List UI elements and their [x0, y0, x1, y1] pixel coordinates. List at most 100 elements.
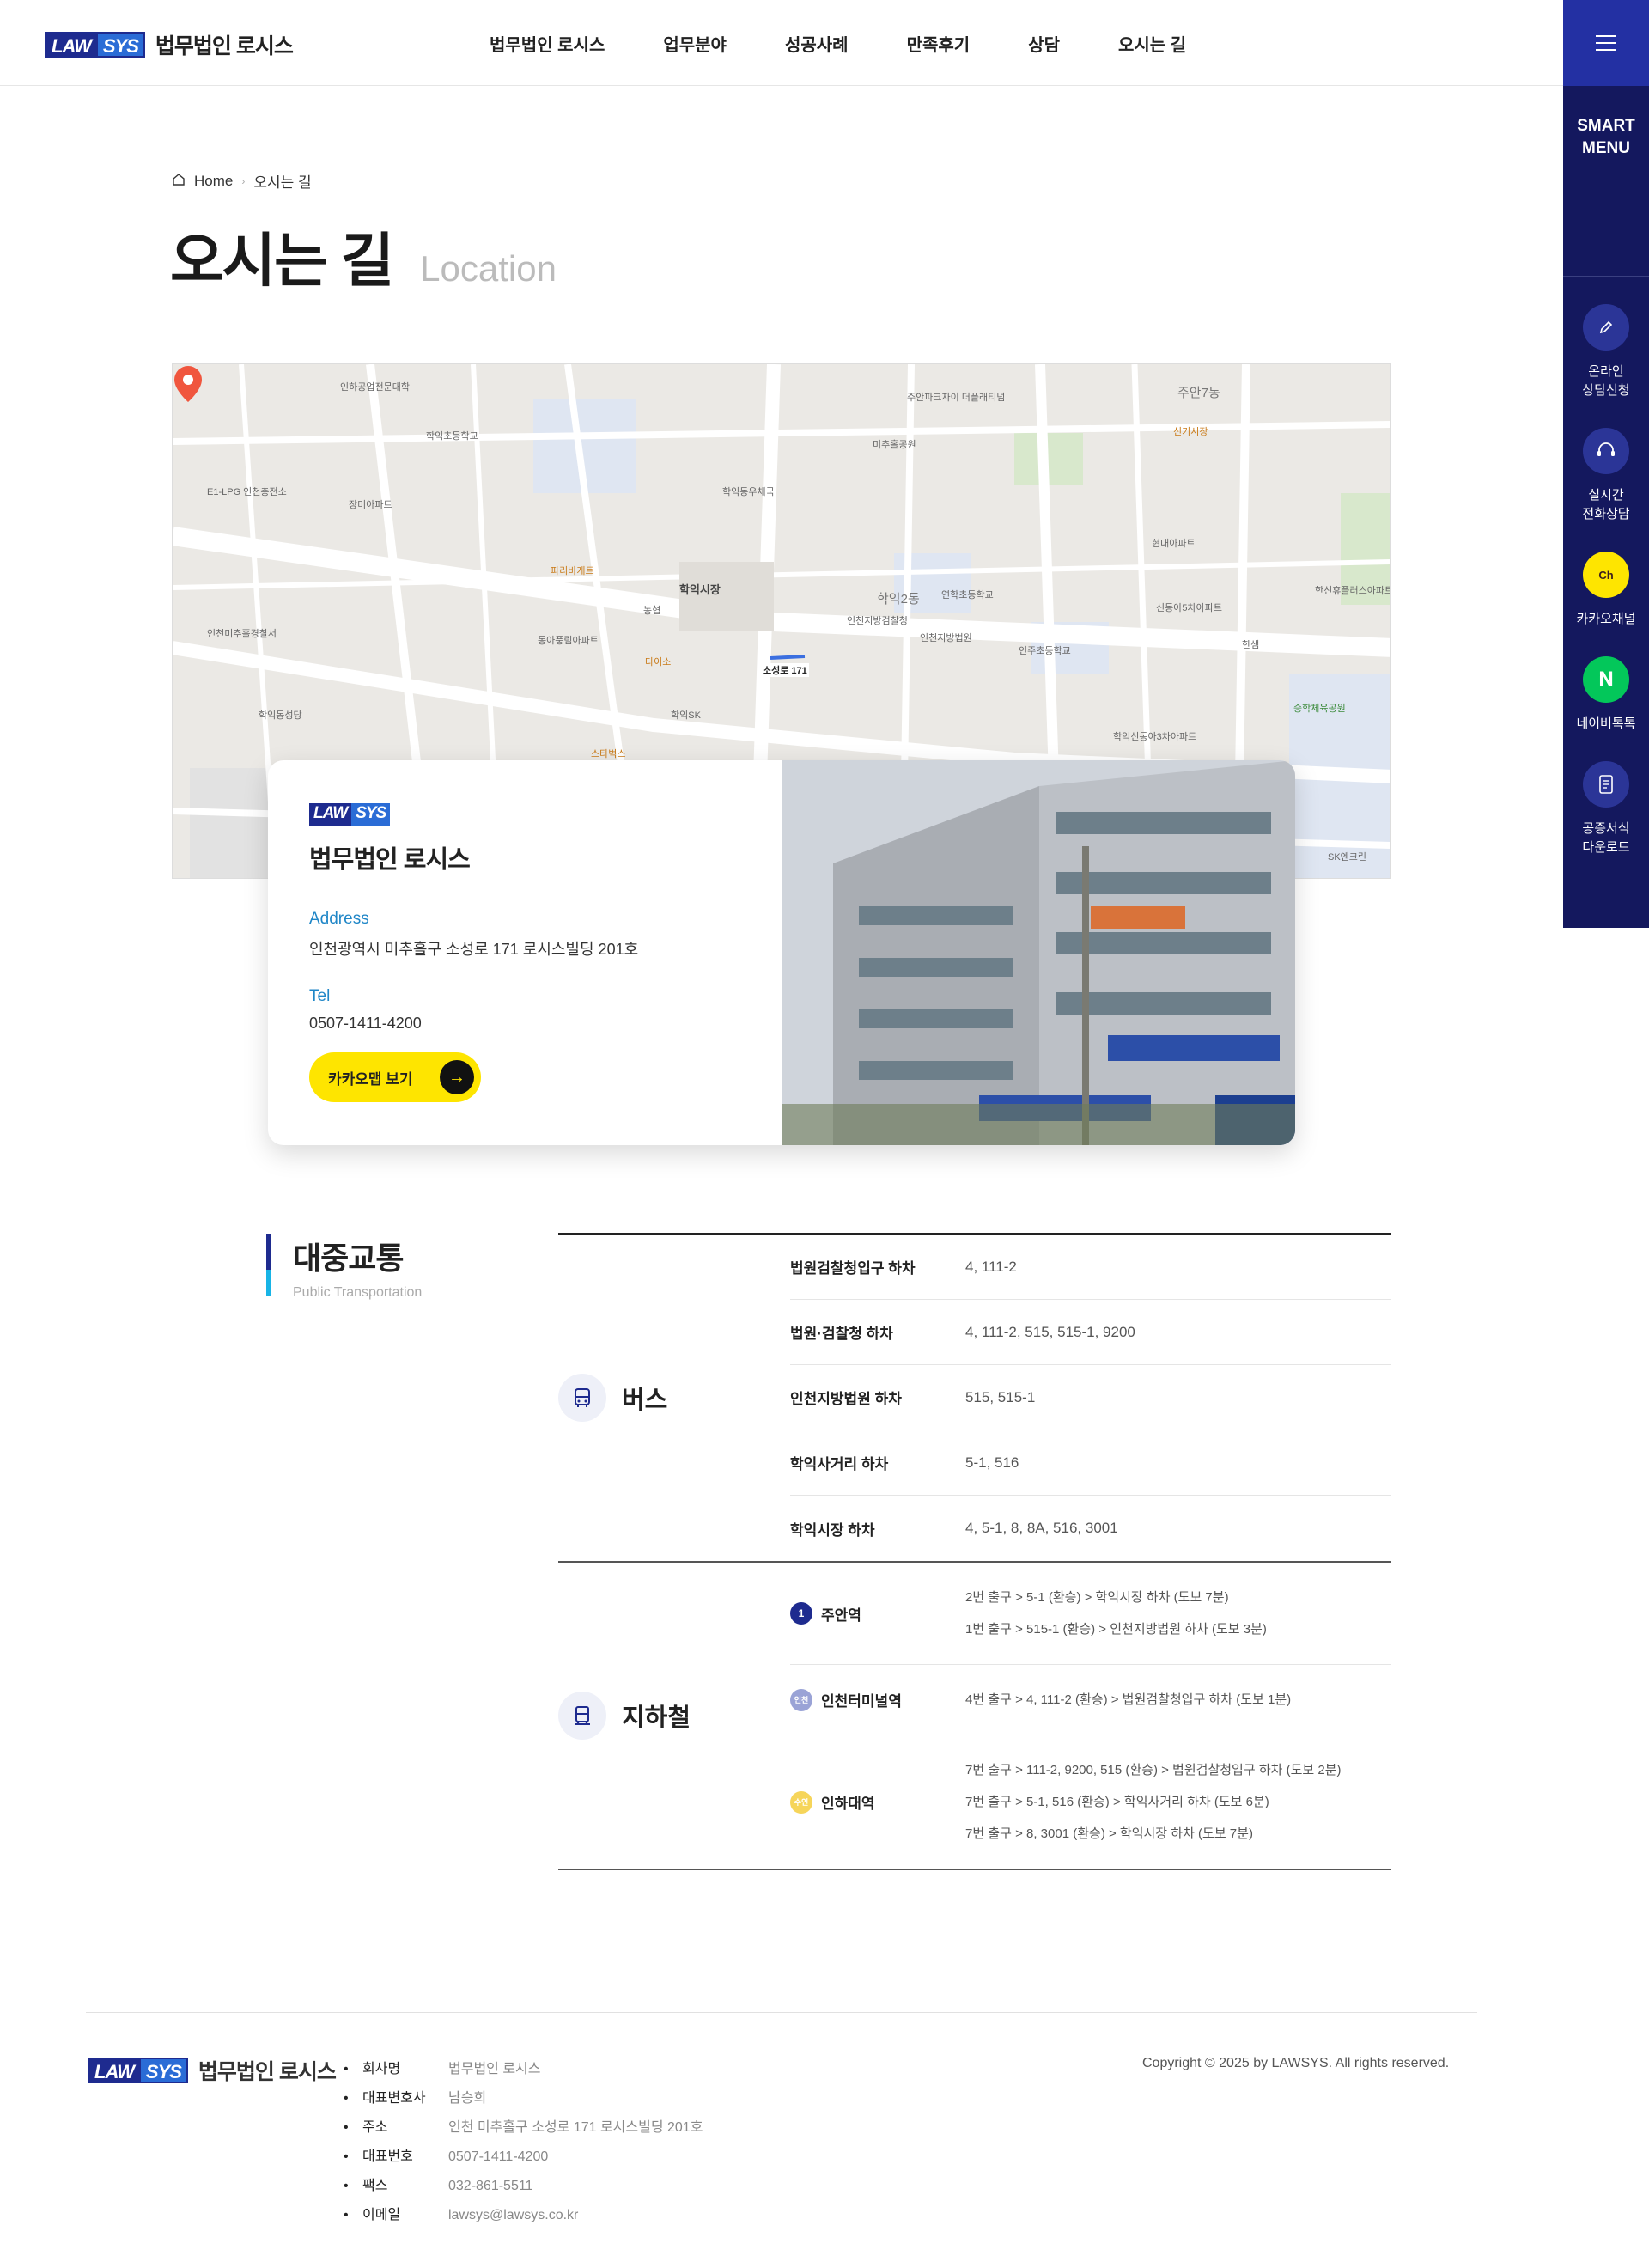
map-label: 농협: [643, 606, 661, 616]
nav-item-consult[interactable]: 상담: [1028, 31, 1060, 56]
footer-value: 032-861-5511: [448, 2179, 533, 2193]
path: 7번 출구 > 5-1, 516 (환승) > 학익사거리 하차 (도보 6분): [965, 1795, 1269, 1809]
bus-lines: 4, 5-1, 8, 8A, 516, 3001: [965, 1520, 1118, 1536]
path: 2번 출구 > 5-1 (환승) > 학익시장 하차 (도보 7분): [965, 1590, 1229, 1605]
footer-value: 0507-1411-4200: [448, 2149, 549, 2164]
footer-key: 대표변호사: [362, 2091, 426, 2106]
site-logo[interactable]: LAW SYS 법무법인 로시스: [45, 29, 294, 60]
quick-phone-consult[interactable]: 실시간 전화상담: [1563, 428, 1649, 524]
transport-heading: 대중교통 Public Transportation: [266, 1234, 422, 1300]
map-label: 인천지방검찰청: [847, 616, 908, 626]
footer-key: 이메일: [362, 2208, 401, 2222]
station-name: 인천터미널역: [821, 1693, 902, 1710]
footer-value[interactable]: lawsys@lawsys.co.kr: [448, 2201, 578, 2230]
map-label: 학익시장: [679, 583, 721, 596]
office-info-card: LAW SYS 법무법인 로시스 Address 인천광역시 미추홀구 소성로 …: [268, 760, 1295, 1145]
station-name: 주안역: [821, 1606, 861, 1624]
page-title-ko: 오시는 길: [170, 229, 394, 294]
map-label: 주안7동: [1177, 386, 1220, 400]
quick-naver-talk[interactable]: N 네이버톡톡: [1563, 656, 1649, 734]
map-label: 인주초등학교: [1019, 646, 1071, 656]
tel-label: Tel: [309, 987, 331, 1005]
nav-item-location[interactable]: 오시는 길: [1118, 31, 1186, 56]
subway-category: 지하철: [558, 1563, 790, 1869]
chevron-right-icon: ›: [241, 174, 246, 187]
footer-value: 인천 미추홀구 소성로 171 로시스빌딩 201호: [448, 2120, 703, 2135]
map-label: SK엔크린: [1328, 852, 1367, 863]
map-label: 연학초등학교: [941, 590, 994, 601]
map-label: 파리바게트: [551, 566, 594, 576]
path: 1번 출구 > 515-1 (환승) > 인천지방법원 하차 (도보 3분): [965, 1622, 1267, 1637]
building-photo: [782, 760, 1295, 1145]
bus-stop: 법원·검찰청 하차: [790, 1326, 893, 1342]
site-header: LAW SYS 법무법인 로시스 법무법인 로시스 업무분야 성공사례 만족후기…: [0, 0, 1563, 86]
card-logo: LAW SYS: [309, 803, 756, 826]
document-icon: [1583, 761, 1629, 808]
subway-section: 지하철 1 주안역 2번 출구 > 5-1 (환승) > 학익시장 하차 (도보…: [558, 1563, 1391, 1870]
copyright: Copyright © 2025 by LAWSYS. All rights r…: [1142, 2056, 1450, 2070]
quick-label: 공증서식 다운로드: [1582, 821, 1630, 855]
footer-info-item: • 회사명 법무법인 로시스: [344, 2055, 703, 2084]
footer-key: 주소: [362, 2120, 388, 2135]
table-row: 학익시장 하차 4, 5-1, 8, 8A, 516, 3001: [790, 1496, 1391, 1561]
footer-logo[interactable]: LAW SYS 법무법인 로시스: [88, 2055, 337, 2086]
logo-text: 법무법인 로시스: [155, 34, 294, 58]
hamburger-icon: [1596, 35, 1616, 51]
bus-lines: 4, 111-2, 515, 515-1, 9200: [965, 1323, 1135, 1340]
pencil-icon: [1583, 304, 1629, 351]
map-label: 신기시장: [1173, 427, 1208, 437]
page-title-en: Location: [420, 248, 557, 289]
bus-icon: [558, 1374, 606, 1422]
breadcrumb-home[interactable]: Home: [194, 173, 233, 190]
incheon-line-badge: 인천: [790, 1688, 812, 1711]
quick-label: 카카오채널: [1576, 612, 1636, 626]
kakao-channel-icon: Ch: [1583, 552, 1629, 598]
office-info: LAW SYS 법무법인 로시스 Address 인천광역시 미추홀구 소성로 …: [309, 803, 756, 1033]
bus-stop: 법원검찰청입구 하차: [790, 1260, 916, 1277]
home-icon[interactable]: [172, 173, 186, 190]
footer-logo-mark: LAW SYS: [88, 2058, 188, 2083]
table-row: 수인 인하대역 7번 출구 > 111-2, 9200, 515 (환승) > …: [790, 1735, 1391, 1869]
map-pin-label: 소성로 171: [761, 663, 809, 677]
map-label: 인천미추홀경찰서: [207, 629, 277, 639]
headset-icon: [1583, 428, 1629, 474]
map-pin-icon: [174, 366, 202, 402]
nav-item-practice[interactable]: 업무분야: [663, 31, 727, 56]
transport-table: 버스 법원검찰청입구 하차 4, 111-2 법원·검찰청 하차 4, 111-…: [558, 1233, 1391, 1870]
quick-label: 네이버톡톡: [1576, 716, 1636, 731]
map-label: 학익초등학교: [426, 431, 478, 442]
footer-info-item: • 이메일 lawsys@lawsys.co.kr: [344, 2201, 703, 2230]
footer-company-info: • 회사명 법무법인 로시스 • 대표변호사 남승희 • 주소 인천 미추홀구 소성로 17…: [344, 2055, 703, 2230]
map-label: 학익2동: [877, 592, 920, 607]
bus-section: 버스 법원검찰청입구 하차 4, 111-2 법원·검찰청 하차 4, 111-…: [558, 1235, 1391, 1563]
smart-menu: SMART MENU 온라인 상담신청 실시간 전화상담 Ch 카카오채널 N 네…: [1563, 0, 1649, 928]
table-row: 법원검찰청입구 하차 4, 111-2: [790, 1235, 1391, 1300]
nav-item-reviews[interactable]: 만족후기: [907, 31, 971, 56]
nav-item-firm[interactable]: 법무법인 로시스: [490, 31, 605, 56]
subway-label: 지하철: [622, 1704, 691, 1732]
tel-value[interactable]: 0507-1411-4200: [309, 1015, 756, 1033]
page: LAW SYS 법무법인 로시스 법무법인 로시스 업무분야 성공사례 만족후기…: [0, 0, 1649, 2268]
transport-subtitle: Public Transportation: [293, 1285, 423, 1300]
address-label: Address: [309, 910, 369, 928]
smart-menu-title: SMART MENU: [1563, 86, 1649, 277]
menu-toggle-button[interactable]: [1563, 0, 1649, 86]
footer-logo-text: 법무법인 로시스: [198, 2060, 337, 2084]
quick-online-consult[interactable]: 온라인 상담신청: [1563, 304, 1649, 400]
quick-kakao-channel[interactable]: Ch 카카오채널: [1563, 552, 1649, 629]
map-label: 주안파크자이 더플래티넘: [907, 393, 1006, 403]
map-label: 한신휴플러스아파트: [1315, 586, 1391, 596]
nav-item-cases[interactable]: 성공사례: [785, 31, 849, 56]
footer-info-item: • 주소 인천 미추홀구 소성로 171 로시스빌딩 201호: [344, 2113, 703, 2143]
office-name: 법무법인 로시스: [309, 846, 471, 874]
logo-mark-sys: SYS: [97, 32, 145, 58]
logo-mark: LAW SYS: [45, 32, 145, 58]
quick-label: 온라인 상담신청: [1582, 364, 1630, 398]
kakao-map-button[interactable]: 카카오맵 보기 →: [309, 1052, 481, 1102]
transport-title: 대중교통: [293, 1241, 404, 1276]
logo-mark-law: LAW: [45, 32, 98, 58]
quick-notary-download[interactable]: 공증서식 다운로드: [1563, 761, 1649, 857]
line-1-badge: 1: [790, 1602, 812, 1625]
station: 인천 인천터미널역: [790, 1688, 965, 1711]
map-label: 인하공업전문대학: [340, 382, 410, 393]
